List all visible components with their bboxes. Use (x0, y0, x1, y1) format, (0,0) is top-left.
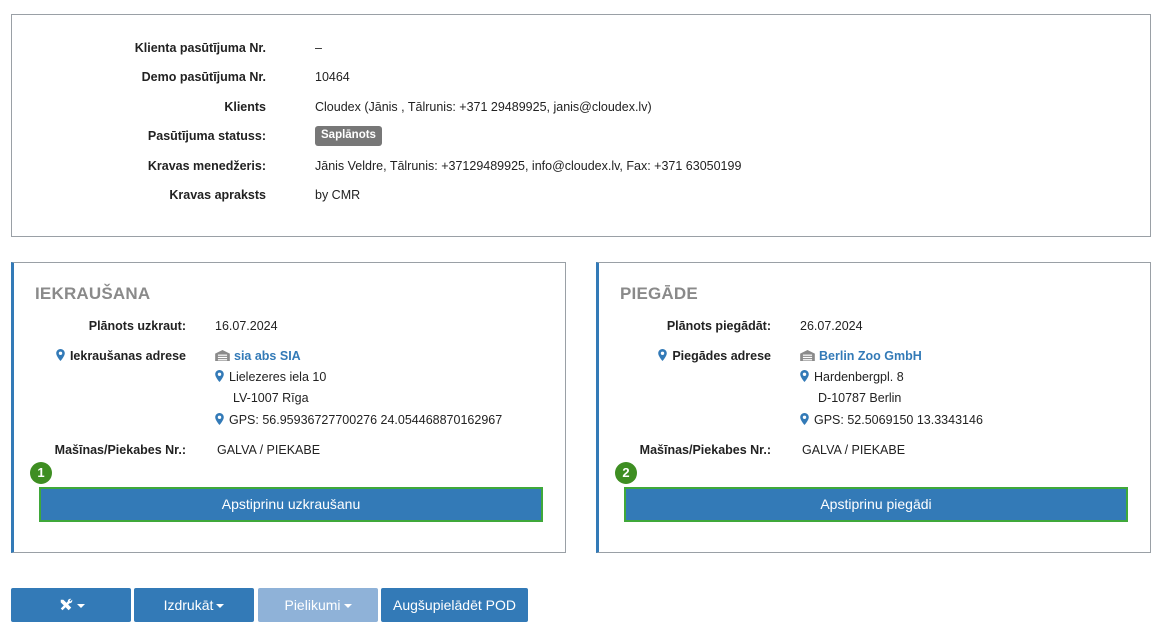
warehouse-icon (800, 350, 815, 361)
info-label: Klients (224, 100, 266, 114)
delivery-company[interactable]: Berlin Zoo GmbH (800, 349, 922, 363)
loading-company-link[interactable]: sia abs SIA (234, 349, 301, 363)
info-label: Klienta pasūtījuma Nr. (134, 41, 266, 55)
info-row-cargo-description: Kravas apraksts by CMR (12, 188, 1132, 208)
chevron-down-icon (216, 604, 225, 608)
info-value: 10464 (315, 70, 350, 84)
info-row-demo-order: Demo pasūtījuma Nr. 10464 (12, 70, 1132, 90)
confirm-loading-button[interactable]: Apstiprinu uzkraušanu (39, 487, 543, 522)
delivery-street: Hardenbergpl. 8 (800, 370, 904, 384)
print-label: Izdrukāt (163, 597, 214, 613)
address-label-text: Piegādes adrese (672, 349, 771, 363)
info-value: Cloudex (Jānis , Tālrunis: +371 29489925… (315, 100, 652, 114)
delivery-gps: GPS: 52.5069150 13.3343146 (800, 413, 983, 427)
info-value: Jānis Veldre, Tālrunis: +37129489925, in… (315, 159, 742, 173)
address-label-text: Iekraušanas adrese (69, 349, 186, 363)
info-row-client: Klients Cloudex (Jānis , Tālrunis: +371 … (12, 100, 1132, 120)
loading-company[interactable]: sia abs SIA (215, 349, 301, 363)
loading-city: LV-1007 Rīga (233, 391, 309, 405)
chevron-down-icon (343, 604, 352, 608)
info-row-status: Pasūtījuma statuss: Saplānots (12, 126, 1132, 149)
street-text: Hardenbergpl. 8 (814, 370, 904, 384)
map-marker-icon (800, 413, 809, 425)
info-label: Kravas apraksts (169, 188, 266, 202)
tools-icon (60, 598, 72, 611)
delivery-card: PIEGĀDE Plānots piegādāt: 26.07.2024 Pie… (596, 262, 1151, 553)
upload-pod-button[interactable]: Augšupielādēt POD (381, 588, 528, 622)
order-info-panel: Klienta pasūtījuma Nr. – Demo pasūtījuma… (11, 14, 1151, 237)
vehicle-value: GALVA / PIEKABE (217, 443, 321, 457)
info-value: – (315, 41, 322, 55)
step-badge-1: 1 (30, 462, 52, 484)
info-label: Kravas menedžeris: (147, 159, 266, 173)
delivery-company-link[interactable]: Berlin Zoo GmbH (819, 349, 922, 363)
info-label: Demo pasūtījuma Nr. (141, 70, 266, 84)
info-row-client-order: Klienta pasūtījuma Nr. – (12, 41, 1132, 61)
loading-street: Lielezeres iela 10 (215, 370, 326, 384)
status-badge: Saplānots (315, 126, 382, 146)
vehicle-label: Mašīnas/Piekabes Nr.: (54, 443, 186, 457)
loading-title: IEKRAUŠANA (35, 284, 151, 303)
vehicle-label: Mašīnas/Piekabes Nr.: (639, 443, 771, 457)
info-value-status: Saplānots (315, 126, 382, 149)
planned-loading-value: 16.07.2024 (215, 319, 278, 333)
map-marker-icon (800, 370, 809, 382)
loading-address-label: Iekraušanas adrese (56, 349, 186, 363)
attachments-dropdown-button[interactable]: Pielikumi (258, 588, 378, 622)
delivery-city: D-10787 Berlin (818, 391, 902, 405)
street-text: Lielezeres iela 10 (229, 370, 327, 384)
attachments-label: Pielikumi (284, 597, 341, 613)
planned-delivery-label: Plānots piegādāt: (666, 319, 771, 333)
delivery-title: PIEGĀDE (620, 284, 698, 303)
map-marker-icon (215, 370, 224, 382)
loading-gps: GPS: 56.95936727700276 24.05446887016296… (215, 413, 502, 427)
loading-card: IEKRAUŠANA Plānots uzkraut: 16.07.2024 I… (11, 262, 566, 553)
vehicle-value: GALVA / PIEKABE (802, 443, 906, 457)
planned-loading-label: Plānots uzkraut: (88, 319, 186, 333)
map-marker-icon (56, 349, 65, 361)
print-dropdown-button[interactable]: Izdrukāt (134, 588, 254, 622)
delivery-address-label: Piegādes adrese (658, 349, 771, 363)
gps-text: GPS: 52.5069150 13.3343146 (814, 413, 983, 427)
warehouse-icon (215, 350, 230, 361)
gps-text: GPS: 56.95936727700276 24.05446887016296… (229, 413, 503, 427)
info-label: Pasūtījuma statuss: (147, 129, 266, 143)
planned-delivery-value: 26.07.2024 (800, 319, 863, 333)
info-value: by CMR (315, 188, 361, 202)
info-row-cargo-manager: Kravas menedžeris: Jānis Veldre, Tālruni… (12, 159, 1132, 179)
map-marker-icon (215, 413, 224, 425)
chevron-down-icon (76, 604, 85, 608)
tools-dropdown-button[interactable] (11, 588, 131, 622)
map-marker-icon (658, 349, 668, 361)
confirm-delivery-button[interactable]: Apstiprinu piegādi (624, 487, 1128, 522)
step-badge-2: 2 (615, 462, 637, 484)
